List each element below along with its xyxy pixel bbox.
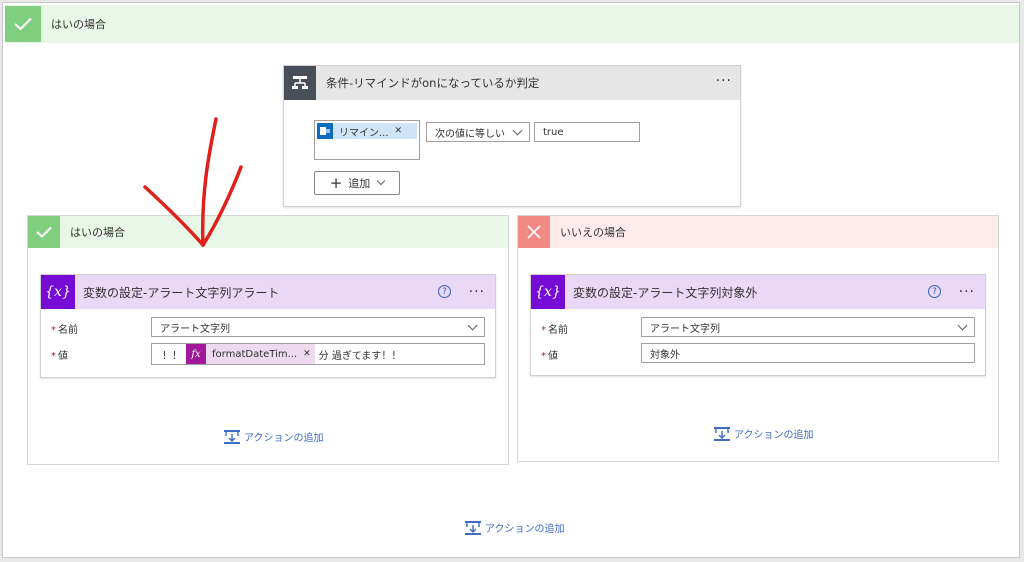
add-action-label: アクションの追加 — [734, 430, 814, 441]
operator-value: 次の値に等しい — [435, 128, 505, 140]
value-field-label: * 値 — [51, 351, 68, 362]
yes-branch: はいの場合 {x} 変数の設定-アラート文字列アラート ? ··· * 名前 アラ… — [27, 215, 509, 465]
dynamic-content-token[interactable]: リマイン... ✕ — [317, 123, 417, 139]
set-variable-title: 変数の設定-アラート文字列対象外 — [573, 285, 758, 300]
variable-icon: {x} — [41, 275, 75, 309]
yes-branch-label: はいの場合 — [70, 226, 125, 239]
set-variable-card-alert: {x} 変数の設定-アラート文字列アラート ? ··· * 名前 アラート文字列 … — [40, 274, 496, 378]
value-field-label: * 値 — [541, 351, 558, 362]
token-label: リマイン... — [339, 127, 389, 139]
no-branch: いいえの場合 {x} 変数の設定-アラート文字列対象外 ? ··· * 名前 アラ… — [517, 215, 999, 462]
add-action-link[interactable]: アクションの追加 — [224, 429, 324, 444]
add-condition-label: 追加 — [348, 177, 371, 190]
value-input[interactable]: ！！ fx formatDateTim... ✕ 分 過ぎてます！！ — [151, 343, 485, 365]
token-remove-icon[interactable]: ✕ — [395, 126, 403, 136]
condition-value-input[interactable]: true — [534, 122, 640, 142]
outlook-icon — [317, 123, 333, 139]
set-variable-title: 変数の設定-アラート文字列アラート — [83, 285, 280, 300]
name-value: アラート文字列 — [160, 323, 230, 335]
operator-dropdown[interactable]: 次の値に等しい — [426, 122, 530, 142]
add-condition-button[interactable]: + 追加 — [314, 171, 400, 195]
chevron-down-icon — [512, 125, 523, 136]
variable-icon: {x} — [531, 275, 565, 309]
check-icon — [5, 6, 41, 42]
help-icon[interactable]: ? — [438, 285, 451, 298]
chevron-down-icon — [377, 176, 386, 186]
value-suffix: 分 過ぎてます！！ — [318, 350, 402, 362]
outer-yes-branch-header[interactable]: はいの場合 — [5, 5, 1019, 43]
token-remove-icon[interactable]: ✕ — [303, 349, 311, 359]
outer-yes-branch-label: はいの場合 — [51, 18, 106, 31]
value-text: 対象外 — [650, 349, 680, 361]
set-variable-card-excluded: {x} 変数の設定-アラート文字列対象外 ? ··· * 名前 アラート文字列 *… — [530, 274, 986, 376]
name-value: アラート文字列 — [650, 323, 720, 335]
condition-title: 条件-リマインドがonになっているか判定 — [326, 76, 540, 90]
add-action-icon — [465, 520, 481, 535]
flow-designer-canvas: はいの場合 条件-リマインドがonになっているか判定 ··· リマイン... ✕… — [2, 2, 1020, 558]
more-options-icon[interactable]: ··· — [716, 74, 732, 88]
red-arrow-annotation — [143, 117, 243, 247]
condition-icon — [284, 66, 316, 100]
chevron-down-icon — [957, 320, 968, 331]
outer-add-action-label: アクションの追加 — [485, 524, 565, 535]
more-options-icon[interactable]: ··· — [469, 285, 485, 299]
add-action-label: アクションの追加 — [244, 433, 324, 444]
condition-value: true — [543, 126, 564, 138]
no-branch-header[interactable]: いいえの場合 — [518, 216, 998, 248]
more-options-icon[interactable]: ··· — [959, 285, 975, 299]
set-variable-header[interactable]: {x} 変数の設定-アラート文字列アラート ? ··· — [41, 275, 495, 309]
expression-token[interactable]: fx formatDateTim... ✕ — [186, 344, 315, 364]
close-icon — [518, 216, 550, 248]
help-icon[interactable]: ? — [928, 285, 941, 298]
condition-card-header[interactable]: 条件-リマインドがonになっているか判定 ··· — [284, 66, 740, 100]
add-action-icon — [224, 429, 240, 444]
condition-card: 条件-リマインドがonになっているか判定 ··· リマイン... ✕ 次の値に等… — [283, 65, 741, 207]
set-variable-header[interactable]: {x} 変数の設定-アラート文字列対象外 ? ··· — [531, 275, 985, 309]
name-dropdown[interactable]: アラート文字列 — [641, 317, 975, 337]
chevron-down-icon — [467, 320, 478, 331]
outer-add-action-link[interactable]: アクションの追加 — [465, 520, 565, 535]
check-icon — [28, 216, 60, 248]
condition-left-operand[interactable]: リマイン... ✕ — [314, 120, 420, 160]
value-prefix: ！！ — [162, 350, 182, 362]
function-icon: fx — [186, 344, 206, 364]
name-field-label: * 名前 — [51, 325, 78, 336]
add-action-link[interactable]: アクションの追加 — [714, 426, 814, 441]
expression-token-label: formatDateTim... — [212, 348, 298, 360]
name-field-label: * 名前 — [541, 325, 568, 336]
name-dropdown[interactable]: アラート文字列 — [151, 317, 485, 337]
no-branch-label: いいえの場合 — [560, 226, 626, 239]
yes-branch-header[interactable]: はいの場合 — [28, 216, 508, 248]
value-input[interactable]: 対象外 — [641, 343, 975, 363]
add-action-icon — [714, 426, 730, 441]
plus-icon: + — [329, 174, 343, 192]
